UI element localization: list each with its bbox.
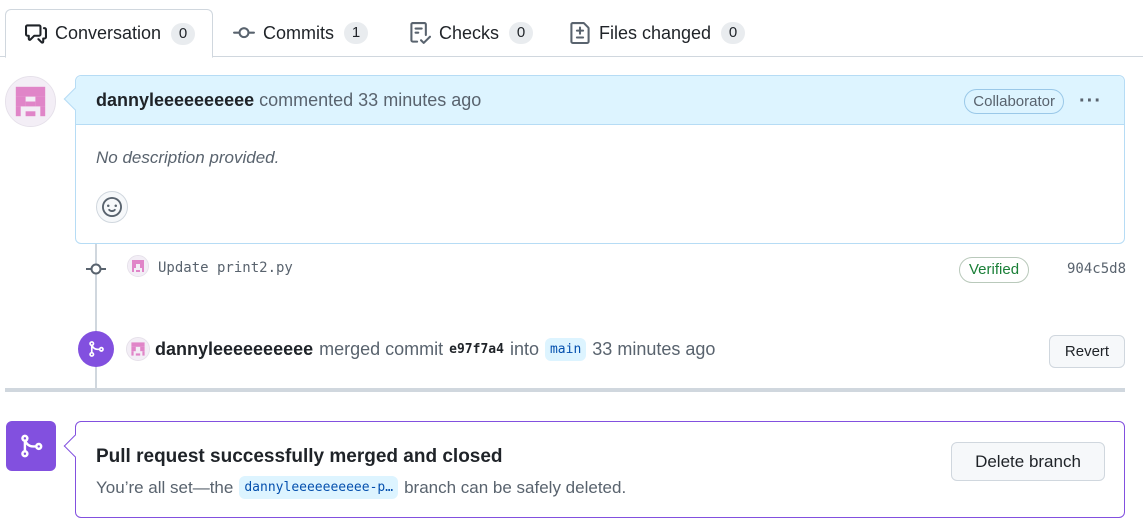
comment-body: No description provided. <box>96 148 280 167</box>
tab-label: Files changed <box>599 22 712 43</box>
delete-branch-button[interactable]: Delete branch <box>951 442 1105 481</box>
merged-suffix: branch can be safely deleted. <box>404 477 627 497</box>
timeline-line <box>95 244 97 332</box>
file-diff-icon <box>569 22 591 44</box>
commit-author-avatar[interactable] <box>127 255 149 277</box>
conversation-icon <box>25 23 47 45</box>
comment-action: commented <box>259 89 354 110</box>
merged-prefix: You’re all set—the <box>96 477 234 497</box>
pr-tabs: Conversation 0 Commits 1 Checks 0 Files … <box>0 0 1143 58</box>
head-branch-tag[interactable]: dannyleeeeeeeeee-p… <box>239 476 399 499</box>
tab-label: Checks <box>439 22 500 43</box>
timeline-divider <box>5 388 1125 392</box>
tab-label: Commits <box>263 22 334 43</box>
merge-timestamp[interactable]: 33 minutes ago <box>592 339 715 360</box>
identicon-icon <box>128 256 148 276</box>
comment-box: dannyleeeeeeeeee commented 33 minutes ag… <box>63 75 1125 244</box>
collaborator-badge: Collaborator <box>964 89 1064 114</box>
tab-count: 0 <box>721 22 746 44</box>
merge-commit-sha-link[interactable]: e97f7a4 <box>449 342 504 357</box>
checklist-icon <box>409 22 431 44</box>
smiley-icon <box>102 197 122 217</box>
tab-files-changed[interactable]: Files changed 0 <box>569 9 746 57</box>
merged-title: Pull request successfully merged and clo… <box>96 446 503 467</box>
tab-count: 1 <box>344 22 368 44</box>
tab-count: 0 <box>509 22 534 44</box>
tab-conversation[interactable]: Conversation 0 <box>5 9 213 58</box>
merger-avatar[interactable] <box>126 337 150 361</box>
merge-event-text: dannyleeeeeeeeee merged commit e97f7a4 i… <box>155 338 715 361</box>
merge-into-text: into <box>509 339 539 359</box>
commit-sha-link[interactable]: 904c5d8 <box>1067 261 1126 277</box>
comment-timestamp[interactable]: 33 minutes ago <box>358 90 481 111</box>
merged-status-box: Pull request successfully merged and clo… <box>63 421 1125 518</box>
tab-label: Conversation <box>55 23 162 43</box>
commit-node-icon <box>86 262 106 281</box>
comment-author[interactable]: dannyleeeeeeeeee <box>96 90 254 111</box>
merged-subtitle: You’re all set—the dannyleeeeeeeeee-p… b… <box>96 476 626 499</box>
avatar[interactable] <box>5 76 56 127</box>
merge-author[interactable]: dannyleeeeeeeeee <box>155 339 313 360</box>
add-reaction-button[interactable] <box>96 191 128 223</box>
commit-icon <box>233 22 255 44</box>
merge-action: merged commit <box>319 339 444 359</box>
tab-checks[interactable]: Checks 0 <box>409 9 534 57</box>
verified-badge[interactable]: Verified <box>959 257 1030 283</box>
base-branch-tag[interactable]: main <box>544 338 587 361</box>
identicon-icon <box>6 77 55 126</box>
identicon-icon <box>127 338 149 360</box>
merged-status-icon <box>6 421 56 471</box>
merged-pointer <box>63 434 87 458</box>
revert-button[interactable]: Revert <box>1049 335 1125 368</box>
kebab-menu-icon[interactable]: ··· <box>1079 90 1102 113</box>
tab-commits[interactable]: Commits 1 <box>233 9 368 57</box>
timeline-line <box>95 366 97 388</box>
merge-event-icon <box>78 331 114 367</box>
commit-message-link[interactable]: Update print2.py <box>158 260 293 276</box>
tab-count: 0 <box>171 22 196 45</box>
